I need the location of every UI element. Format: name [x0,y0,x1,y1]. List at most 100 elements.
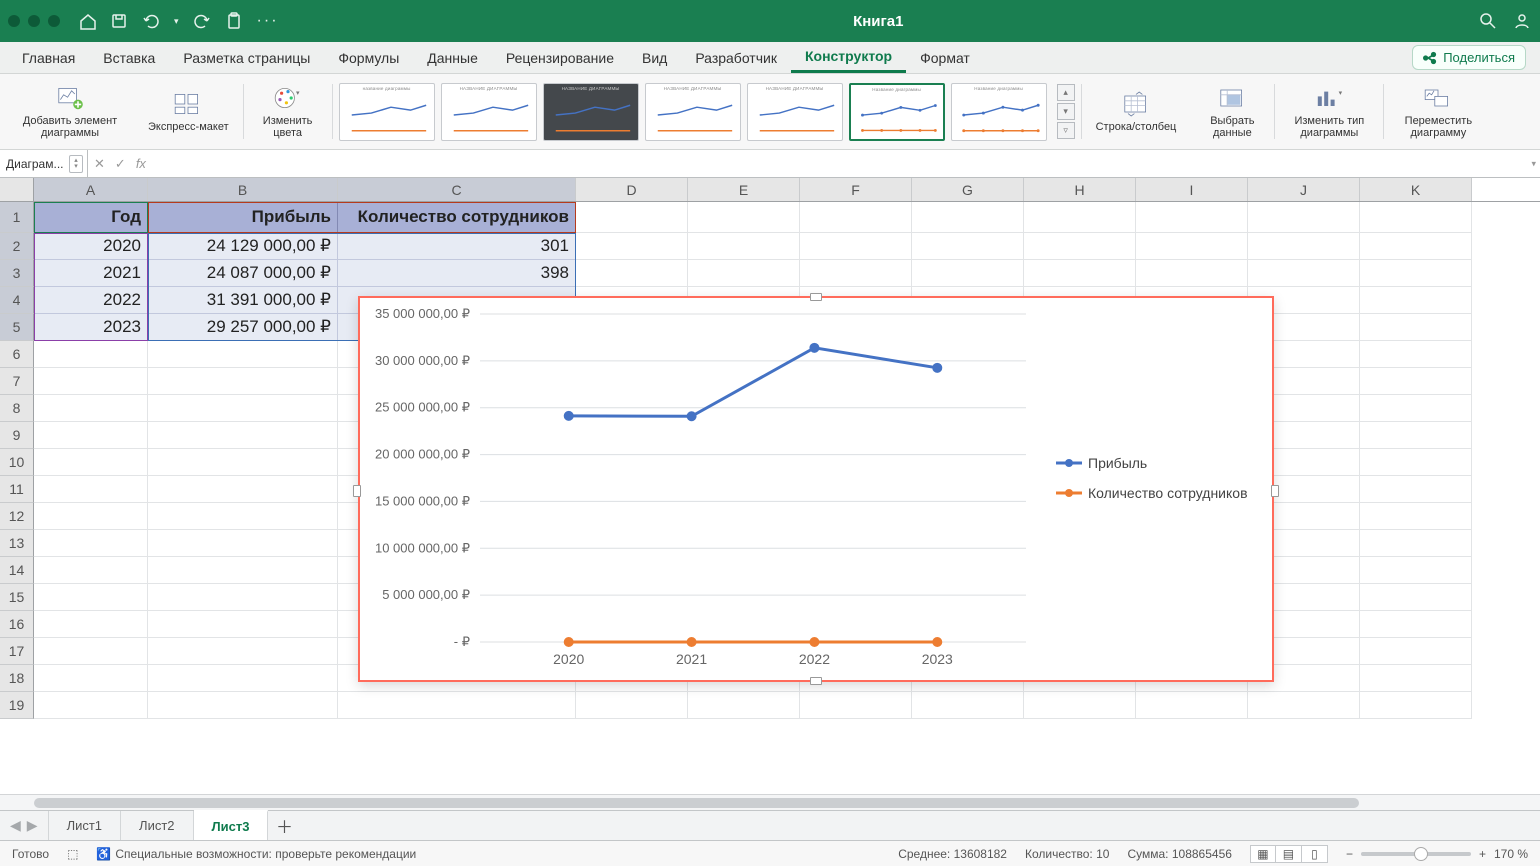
row-header-1[interactable]: 1 [0,202,34,233]
horizontal-scrollbar[interactable] [0,794,1540,810]
cell-K9[interactable] [1360,422,1472,449]
cell-K18[interactable] [1360,665,1472,692]
chart-style-4[interactable]: НАЗВАНИЕ ДИАГРАММЫ [645,83,741,141]
cell-B12[interactable] [148,503,338,530]
name-box[interactable]: Диаграм... ▴▾ [0,150,88,177]
chart-style-7[interactable]: Название диаграммы [951,83,1047,141]
cell-J3[interactable] [1248,260,1360,287]
add-sheet-button[interactable]: ＋ [268,811,300,840]
chart-style-3[interactable]: НАЗВАНИЕ ДИАГРАММЫ [543,83,639,141]
cell-B1[interactable]: Прибыль [148,202,338,233]
cell-J2[interactable] [1248,233,1360,260]
cell-K4[interactable] [1360,287,1472,314]
accept-formula-icon[interactable]: ✓ [115,156,126,172]
cell-A3[interactable]: 2021 [34,260,148,287]
cell-A6[interactable] [34,341,148,368]
cell-D19[interactable] [576,692,688,719]
cell-A16[interactable] [34,611,148,638]
share-button[interactable]: Поделиться [1412,45,1526,70]
row-header-3[interactable]: 3 [0,260,34,287]
cell-G1[interactable] [912,202,1024,233]
tab-рецензирование[interactable]: Рецензирование [492,42,628,73]
sheet-nav-next-icon[interactable]: ▶ [27,817,38,834]
cell-B10[interactable] [148,449,338,476]
cell-E1[interactable] [688,202,800,233]
cell-B18[interactable] [148,665,338,692]
cell-B16[interactable] [148,611,338,638]
cell-B9[interactable] [148,422,338,449]
cell-G3[interactable] [912,260,1024,287]
zoom-slider[interactable] [1361,852,1471,856]
cell-B4[interactable]: 31 391 000,00 ₽ [148,287,338,314]
cell-H1[interactable] [1024,202,1136,233]
cell-J1[interactable] [1248,202,1360,233]
namebox-dropdown-icon[interactable]: ▴▾ [69,155,83,173]
cell-B15[interactable] [148,584,338,611]
undo-dropdown-icon[interactable]: ▾ [174,16,179,27]
row-header-12[interactable]: 12 [0,503,34,530]
cell-E19[interactable] [688,692,800,719]
column-header-B[interactable]: B [148,178,338,201]
row-header-14[interactable]: 14 [0,557,34,584]
cell-A2[interactable]: 2020 [34,233,148,260]
row-header-8[interactable]: 8 [0,395,34,422]
tab-данные[interactable]: Данные [413,42,492,73]
column-header-F[interactable]: F [800,178,912,201]
cell-A8[interactable] [34,395,148,422]
cell-A9[interactable] [34,422,148,449]
gallery-more-icon[interactable]: ▿ [1057,122,1075,139]
cell-A18[interactable] [34,665,148,692]
cell-K7[interactable] [1360,368,1472,395]
cell-A13[interactable] [34,530,148,557]
redo-icon[interactable] [193,12,211,30]
cell-A1[interactable]: Год [34,202,148,233]
chart-style-5[interactable]: НАЗВАНИЕ ДИАГРАММЫ [747,83,843,141]
cell-K13[interactable] [1360,530,1472,557]
tab-конструктор[interactable]: Конструктор [791,42,906,73]
cell-C2[interactable]: 301 [338,233,576,260]
cell-K6[interactable] [1360,341,1472,368]
cell-K12[interactable] [1360,503,1472,530]
column-header-H[interactable]: H [1024,178,1136,201]
row-header-9[interactable]: 9 [0,422,34,449]
cell-E2[interactable] [688,233,800,260]
sheet-tab-Лист3[interactable]: Лист3 [194,810,269,840]
search-icon[interactable] [1478,11,1498,31]
chart-style-6[interactable]: Название диаграммы [849,83,945,141]
tab-вид[interactable]: Вид [628,42,681,73]
cell-B14[interactable] [148,557,338,584]
cell-A19[interactable] [34,692,148,719]
column-header-D[interactable]: D [576,178,688,201]
cell-G2[interactable] [912,233,1024,260]
cell-F3[interactable] [800,260,912,287]
tab-формулы[interactable]: Формулы [324,42,413,73]
column-header-K[interactable]: K [1360,178,1472,201]
row-header-16[interactable]: 16 [0,611,34,638]
cell-B5[interactable]: 29 257 000,00 ₽ [148,314,338,341]
change-colors-button[interactable]: ▾ Изменить цвета [254,82,322,141]
cell-A14[interactable] [34,557,148,584]
cell-K2[interactable] [1360,233,1472,260]
cell-B6[interactable] [148,341,338,368]
zoom-in-button[interactable]: + [1479,847,1486,861]
cell-A4[interactable]: 2022 [34,287,148,314]
column-header-I[interactable]: I [1136,178,1248,201]
select-data-button[interactable]: Выбрать данные [1200,82,1264,141]
cell-K11[interactable] [1360,476,1472,503]
zoom-out-button[interactable]: − [1346,847,1353,861]
cell-J19[interactable] [1248,692,1360,719]
home-icon[interactable] [78,12,96,30]
account-icon[interactable] [1512,11,1532,31]
select-all-corner[interactable] [0,178,34,201]
cell-I3[interactable] [1136,260,1248,287]
cell-H19[interactable] [1024,692,1136,719]
cell-K3[interactable] [1360,260,1472,287]
gallery-up-icon[interactable]: ▴ [1057,84,1075,101]
cell-F19[interactable] [800,692,912,719]
save-icon[interactable] [110,12,128,30]
expand-formula-icon[interactable]: ▾ [1531,158,1536,169]
accessibility-status[interactable]: ♿Специальные возможности: проверьте реко… [96,847,416,861]
row-header-4[interactable]: 4 [0,287,34,314]
row-header-2[interactable]: 2 [0,233,34,260]
switch-row-column-button[interactable]: Строка/столбец [1092,88,1181,135]
